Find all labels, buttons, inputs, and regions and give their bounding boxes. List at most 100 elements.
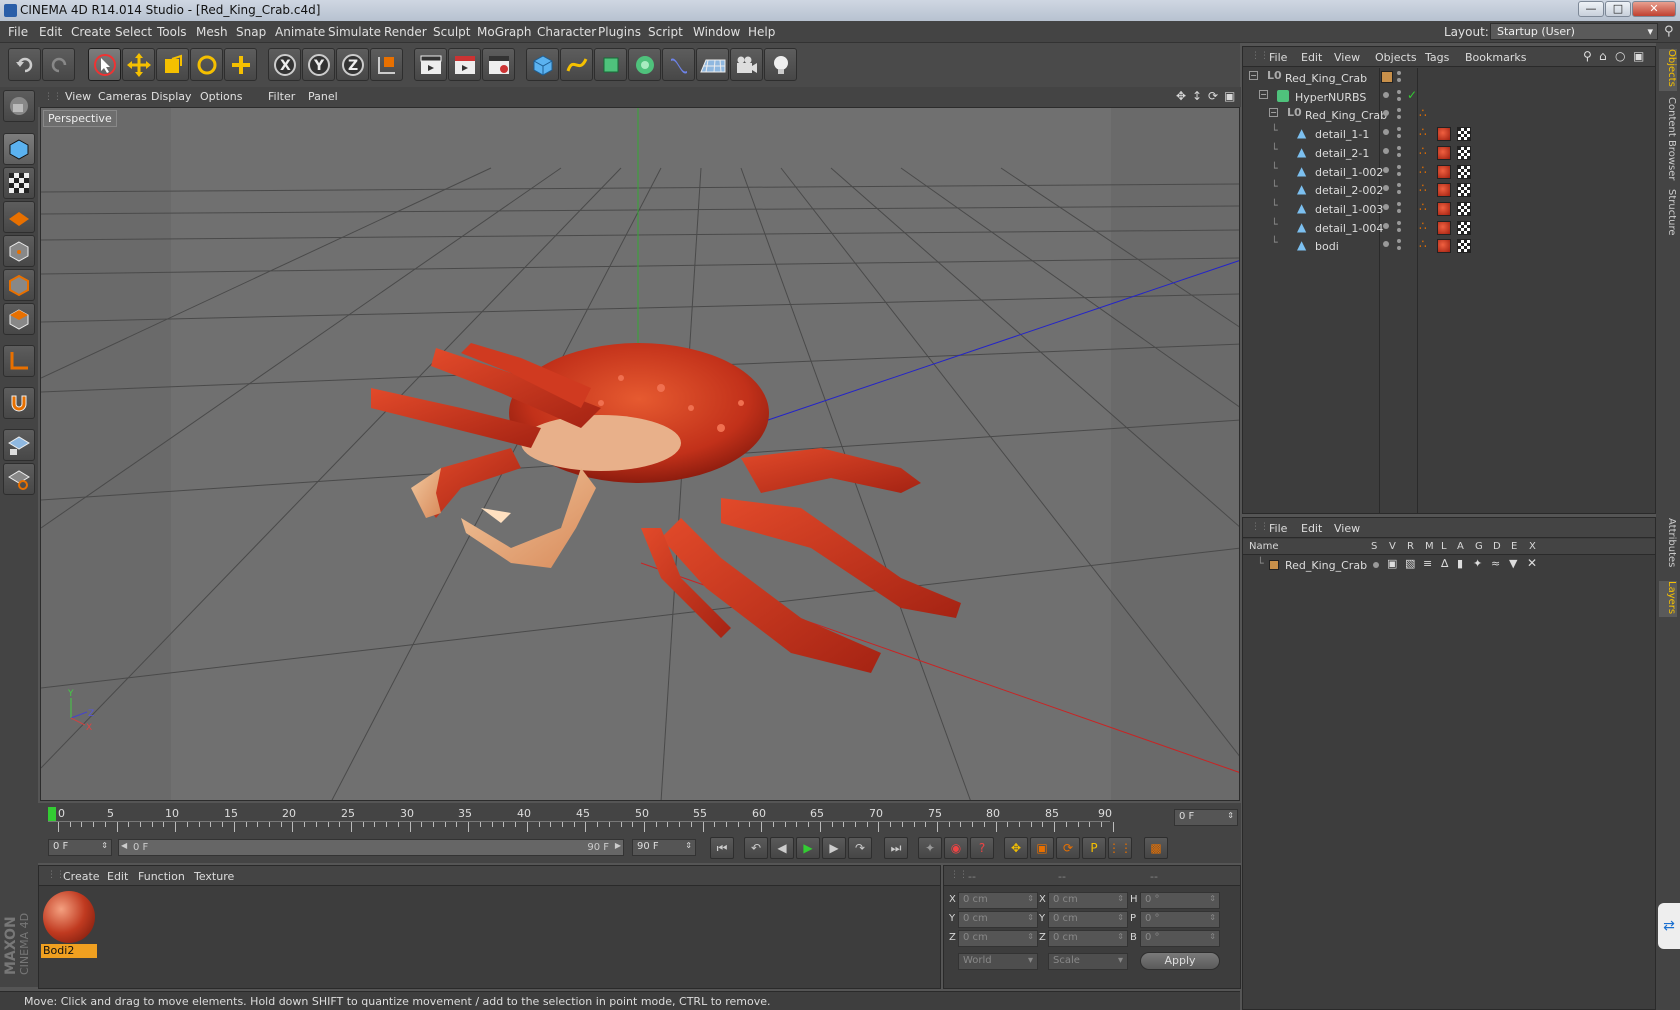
- editor-visibility-dot[interactable]: [1383, 241, 1389, 248]
- go-to-start-button[interactable]: ⏮: [710, 837, 734, 859]
- col-render[interactable]: R: [1407, 541, 1414, 552]
- material-tag[interactable]: [1437, 145, 1451, 160]
- expand-toggle-icon[interactable]: −: [1249, 71, 1258, 80]
- col-xref[interactable]: X: [1529, 541, 1536, 552]
- object-row[interactable]: └ ▲ detail_1-004 ∴: [1243, 218, 1655, 238]
- tab-content-browser[interactable]: Content Browser: [1659, 97, 1677, 181]
- obj-menu-edit[interactable]: Edit: [1301, 51, 1322, 64]
- enabled-check-icon[interactable]: ✓: [1407, 88, 1417, 102]
- minimize-button[interactable]: —: [1578, 1, 1604, 17]
- key-position-button[interactable]: ✥: [1004, 837, 1028, 859]
- y-axis-lock-button[interactable]: Y: [302, 48, 335, 81]
- expression-icon[interactable]: ▼: [1509, 557, 1517, 570]
- solo-toggle[interactable]: [1373, 562, 1379, 568]
- key-parameter-button[interactable]: P: [1082, 837, 1106, 859]
- material-tag[interactable]: [1437, 201, 1451, 216]
- previous-key-button[interactable]: ↶: [744, 837, 768, 859]
- maximize-button[interactable]: □: [1605, 1, 1631, 17]
- editor-visibility-dot[interactable]: [1383, 203, 1389, 210]
- col-solo[interactable]: S: [1371, 541, 1377, 552]
- col-animation[interactable]: A: [1457, 541, 1464, 552]
- menu-animate[interactable]: Animate: [275, 25, 325, 39]
- phong-tag-icon[interactable]: ∴: [1419, 219, 1427, 233]
- object-row[interactable]: └ ▲ detail_2-002 ∴: [1243, 180, 1655, 200]
- render-visibility-dot[interactable]: [1397, 134, 1401, 139]
- next-frame-button[interactable]: ▶: [822, 837, 846, 859]
- end-frame-field[interactable]: 90 F ⇕: [632, 839, 696, 856]
- animation-icon[interactable]: ▮: [1457, 557, 1463, 570]
- menu-mesh[interactable]: Mesh: [196, 25, 228, 39]
- editor-visibility-dot[interactable]: [1397, 71, 1401, 75]
- object-row[interactable]: − HyperNURBS ✓: [1243, 87, 1655, 107]
- uvw-tag[interactable]: [1457, 201, 1471, 216]
- layer-menu-view[interactable]: View: [1334, 522, 1360, 535]
- tab-attributes[interactable]: Attributes: [1659, 518, 1677, 574]
- menu-window[interactable]: Window: [693, 25, 740, 39]
- menu-character[interactable]: Character: [537, 25, 596, 39]
- menu-select[interactable]: Select: [115, 25, 152, 39]
- rotation-field[interactable]: 0 ° ⇕: [1140, 911, 1220, 928]
- uvw-tag[interactable]: [1457, 145, 1471, 160]
- layer-menu-file[interactable]: File: [1269, 522, 1287, 535]
- viewport-perspective[interactable]: Y Z X Perspective: [40, 107, 1240, 801]
- previous-frame-button[interactable]: ◀: [770, 837, 794, 859]
- phong-tag-icon[interactable]: ∴: [1419, 144, 1427, 158]
- uvw-tag[interactable]: [1457, 127, 1471, 142]
- obj-menu-file[interactable]: File: [1269, 51, 1287, 64]
- menu-snap[interactable]: Snap: [236, 25, 266, 39]
- menu-render[interactable]: Render: [384, 25, 427, 39]
- texture-mode-button[interactable]: [3, 167, 35, 199]
- edges-mode-button[interactable]: [3, 269, 35, 301]
- current-frame-field[interactable]: 0 F ⇕: [1174, 809, 1238, 826]
- phong-tag-icon[interactable]: ∴: [1419, 163, 1427, 177]
- world-select[interactable]: World ▾: [958, 953, 1038, 970]
- toggle-view-icon[interactable]: ▣: [1224, 89, 1235, 103]
- spline-button[interactable]: [560, 48, 593, 81]
- rotation-field[interactable]: 0 ° ⇕: [1140, 892, 1220, 909]
- rotate-button[interactable]: [190, 48, 223, 81]
- editor-visibility-dot[interactable]: [1383, 222, 1389, 229]
- points-mode-button[interactable]: [3, 235, 35, 267]
- object-row[interactable]: − L0 Red_King_Crab ∴: [1243, 105, 1655, 125]
- editor-visibility-dot[interactable]: [1383, 185, 1389, 192]
- render-icon[interactable]: ▧: [1405, 557, 1415, 570]
- record-keys-button[interactable]: ✦: [918, 837, 942, 859]
- menu-simulate[interactable]: Simulate: [328, 25, 381, 39]
- light-button[interactable]: [764, 48, 797, 81]
- editor-visibility-dot[interactable]: [1383, 147, 1389, 154]
- material-tag[interactable]: [1437, 220, 1451, 235]
- layer-color-swatch[interactable]: [1269, 560, 1279, 570]
- tab-structure[interactable]: Structure: [1659, 189, 1677, 239]
- expand-toggle-icon[interactable]: −: [1259, 89, 1268, 99]
- obj-menu-bookmarks[interactable]: Bookmarks: [1465, 51, 1526, 64]
- render-visibility-dot[interactable]: [1397, 227, 1401, 232]
- play-button[interactable]: ▶: [796, 837, 820, 859]
- editor-visibility-dot[interactable]: [1397, 108, 1401, 113]
- make-editable-button[interactable]: [3, 90, 35, 122]
- lock-workplane-button[interactable]: [3, 429, 35, 461]
- next-key-button[interactable]: ↷: [848, 837, 872, 859]
- tab-layers[interactable]: Layers: [1659, 581, 1677, 617]
- coordinate-system-button[interactable]: [370, 48, 403, 81]
- obj-menu-objects[interactable]: Objects: [1375, 51, 1417, 64]
- mat-menu-texture[interactable]: Texture: [194, 870, 234, 883]
- object-row[interactable]: └ ▲ detail_1-002 ∴: [1243, 162, 1655, 182]
- editor-visibility-dot[interactable]: [1383, 129, 1389, 136]
- material-tag[interactable]: [1437, 183, 1451, 198]
- menu-create[interactable]: Create: [71, 25, 111, 39]
- editor-visibility-dot[interactable]: [1397, 220, 1401, 225]
- size-field[interactable]: 0 cm ⇕: [1048, 911, 1128, 928]
- render-visibility-dot[interactable]: [1397, 96, 1401, 101]
- workplane-mode-button[interactable]: [3, 201, 35, 233]
- layout-select[interactable]: Startup (User) ▾: [1490, 23, 1658, 40]
- object-row[interactable]: └ ▲ bodi ∴: [1243, 236, 1655, 256]
- col-name[interactable]: Name: [1249, 541, 1279, 552]
- key-scale-button[interactable]: ▣: [1030, 837, 1054, 859]
- z-axis-lock-button[interactable]: Z: [336, 48, 369, 81]
- mat-menu-edit[interactable]: Edit: [107, 870, 128, 883]
- layer-color-tag[interactable]: [1381, 71, 1393, 83]
- editor-visibility-dot[interactable]: [1397, 164, 1401, 169]
- teamviewer-button[interactable]: ⇄: [1658, 903, 1680, 949]
- vp-menu-display[interactable]: Display: [151, 90, 192, 103]
- autokey-button[interactable]: ◉: [944, 837, 968, 859]
